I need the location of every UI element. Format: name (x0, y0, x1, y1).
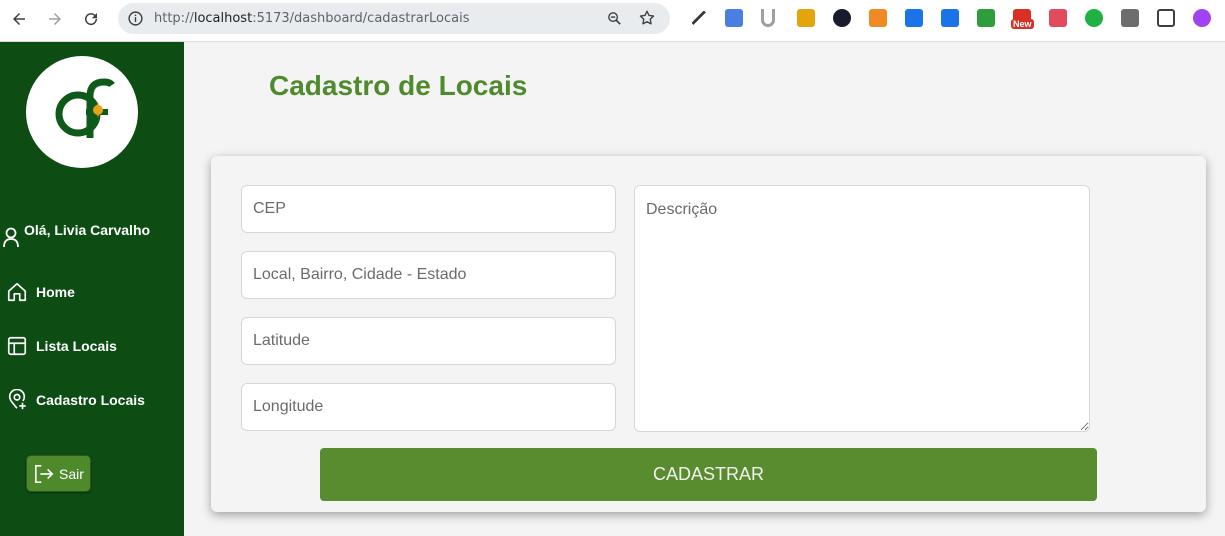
cadastrar-button[interactable]: CADASTRAR (320, 448, 1097, 501)
url-prefix: http:// (154, 11, 194, 26)
cep-input[interactable] (241, 185, 616, 233)
puzzle-ext-icon[interactable] (1157, 9, 1175, 27)
eyedropper-ext-icon[interactable] (691, 10, 707, 26)
user-icon (3, 227, 19, 248)
logo[interactable] (26, 56, 138, 168)
sidebar-item-cadastro-locais[interactable]: Cadastro Locais (6, 389, 145, 411)
monitor-ext-icon[interactable] (905, 9, 923, 27)
descubra-floripa-logo (55, 78, 115, 138)
logout-icon (35, 464, 54, 483)
longitude-input[interactable] (241, 383, 616, 431)
home-icon (7, 282, 27, 302)
site-info-icon[interactable] (127, 10, 144, 27)
user-greeting: Olá, Livia Carvalho (2, 222, 150, 248)
bookmark-star-icon[interactable] (638, 9, 656, 27)
greeting-text: Olá, Livia Carvalho (24, 222, 151, 238)
local-input[interactable] (241, 251, 616, 299)
video-ext-icon[interactable] (1121, 9, 1139, 27)
badge-50-ext-icon[interactable] (797, 9, 815, 27)
url-host: localhost (193, 11, 253, 26)
address-bar[interactable]: http://localhost:5173/dashboard/cadastra… (118, 3, 670, 34)
new-badge: New (1011, 19, 1034, 29)
x-circle-ext-icon[interactable] (1085, 9, 1103, 27)
page-title: Cadastro de Locais (269, 70, 528, 101)
sidebar-item-label: Cadastro Locais (36, 392, 145, 408)
map-pin-plus-icon (8, 389, 26, 410)
url-path: :5173/dashboard/cadastrarLocais (252, 11, 470, 26)
notion-ext-icon[interactable] (1049, 9, 1067, 27)
zoom-icon[interactable] (606, 10, 623, 27)
forward-arrow-icon[interactable] (45, 9, 65, 29)
browser-toolbar: http://localhost:5173/dashboard/cadastra… (0, 0, 1225, 42)
a-circle-ext-icon[interactable] (833, 9, 851, 27)
latitude-input[interactable] (241, 317, 616, 365)
profile-ext-icon[interactable] (1193, 9, 1211, 27)
url-text[interactable]: http://localhost:5173/dashboard/cadastra… (154, 11, 470, 26)
translate-ext-icon[interactable] (725, 9, 743, 27)
sidebar: Olá, Livia Carvalho Home Lista Locais Ca… (0, 42, 184, 536)
sidebar-item-home[interactable]: Home (6, 281, 75, 303)
logout-button[interactable]: Sair (26, 455, 91, 492)
form-card: CADASTRAR (211, 156, 1206, 512)
u-ext-icon[interactable] (761, 9, 775, 27)
descricao-textarea[interactable] (634, 185, 1090, 432)
table-icon (7, 336, 27, 356)
www-ext-icon[interactable] (977, 9, 995, 27)
reload-icon[interactable] (81, 9, 101, 29)
logout-label: Sair (59, 465, 84, 482)
back-arrow-icon[interactable] (9, 9, 29, 29)
sidebar-item-lista-locais[interactable]: Lista Locais (6, 335, 117, 357)
sidebar-item-label: Home (36, 284, 75, 300)
half-moon-ext-icon[interactable] (869, 9, 887, 27)
tab-ext-icon[interactable] (941, 9, 959, 27)
sidebar-item-label: Lista Locais (36, 338, 117, 354)
